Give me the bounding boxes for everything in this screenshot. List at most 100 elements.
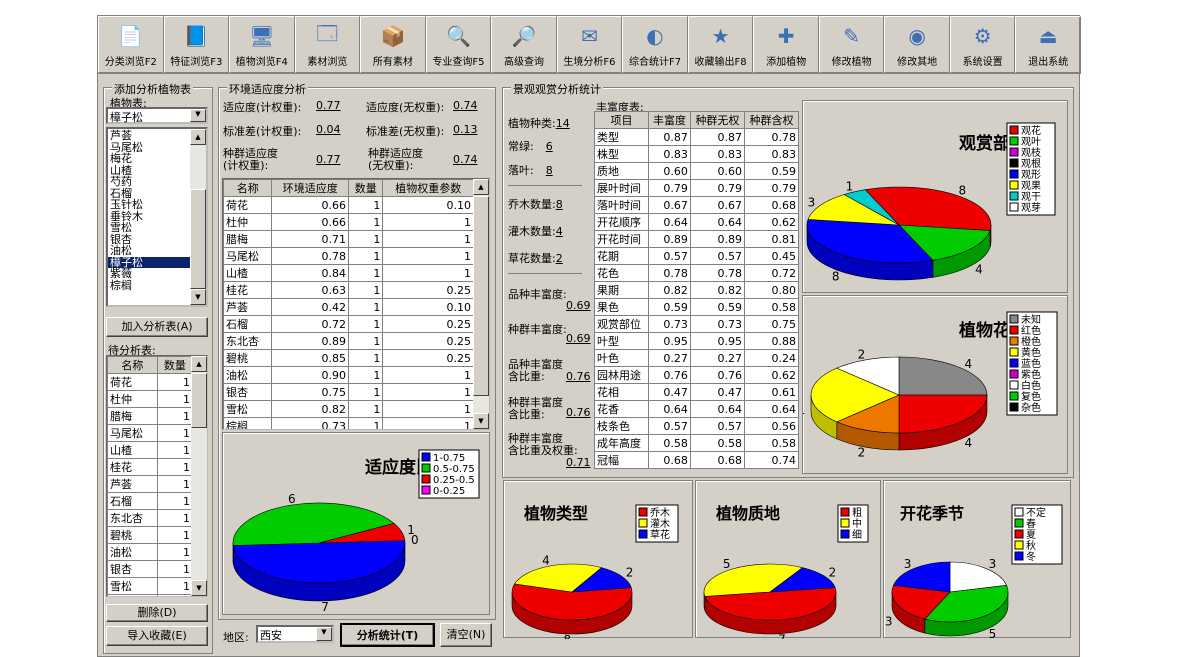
plant-list[interactable]: 芦荟 马尾松 梅花 山楂 芍药 石榴 玉针松 垂铃木 雪松 银杏 油松 樟子松 紫薇 棕榈 ▲ ▼ (106, 127, 208, 307)
table-row[interactable]: 花香 0.64 0.64 0.64 (593, 400, 800, 418)
table-cell: 冠幅 (593, 451, 650, 469)
table-row[interactable]: 腊梅 0.71 1 1 (223, 230, 474, 248)
table-row[interactable]: 冠幅 0.68 0.68 0.74 (593, 451, 800, 469)
table-row[interactable]: 花相 0.47 0.47 0.61 (593, 383, 800, 401)
table-row[interactable]: 花色 0.78 0.78 0.72 (593, 264, 800, 282)
scroll-thumb[interactable] (473, 196, 489, 396)
toolbar-button-10[interactable]: ✚ 添加植物 (753, 16, 819, 73)
chevron-down-icon[interactable]: ▼ (190, 109, 206, 122)
rich-table[interactable]: 项目 丰富度 种群无权 种群含权 类型 0.87 0.87 0.78 株型 0.83 0.83 0.8… (593, 111, 800, 469)
table-row[interactable]: 落叶时间 0.67 0.67 0.68 (593, 196, 800, 214)
toolbar-button-4[interactable]: 📦 所有素材 (360, 16, 426, 73)
table-row[interactable]: 银杏 1 (107, 560, 194, 578)
table-row[interactable]: 石榴 1 (107, 492, 194, 510)
table-row[interactable]: 山楂 1 (107, 441, 194, 459)
table-row[interactable]: 东北杏 0.89 1 0.25 (223, 332, 474, 350)
table-row[interactable]: 棕榈 0.73 1 1 (223, 417, 474, 429)
table-row[interactable]: 油松 1 (107, 543, 194, 561)
pending-scrollbar[interactable]: ▲ ▼ (191, 356, 207, 596)
column-header[interactable]: 植物权重参数 (382, 179, 474, 197)
scroll-thumb[interactable] (191, 373, 207, 428)
table-row[interactable]: 雪松 1 (107, 577, 194, 595)
scroll-down-icon[interactable]: ▼ (191, 580, 207, 596)
table-row[interactable]: 成年高度 0.58 0.58 0.58 (593, 434, 800, 452)
toolbar-button-9[interactable]: ★ 收藏输出F8 (687, 16, 754, 73)
column-header[interactable]: 名称 (223, 179, 273, 197)
toolbar-button-8[interactable]: ◐ 综合统计F7 (622, 16, 688, 73)
toolbar-button-3[interactable]: 🗔 素材浏览 (294, 16, 361, 73)
table-row[interactable]: 类型 0.87 0.87 0.78 (593, 128, 800, 146)
scroll-up-icon[interactable]: ▲ (190, 129, 206, 145)
column-header[interactable]: 项目 (593, 111, 650, 129)
table-row[interactable]: 马尾松 1 (107, 424, 194, 442)
column-header[interactable]: 数量 (156, 356, 194, 374)
plant-list-scrollbar[interactable]: ▲ ▼ (190, 129, 206, 305)
table-row[interactable]: 开花时间 0.89 0.89 0.81 (593, 230, 800, 248)
table-row[interactable]: 果期 0.82 0.82 0.80 (593, 281, 800, 299)
toolbar-button-5[interactable]: 🔍 专业查询F5 (425, 16, 492, 73)
add-to-analysis-button[interactable]: 加入分析表(A) (106, 317, 208, 337)
import-favorites-button[interactable]: 导入收藏(E) (106, 626, 208, 646)
toolbar-button-1[interactable]: 📘 特征浏览F3 (163, 16, 230, 73)
table-row[interactable]: 杜仲 0.66 1 1 (223, 213, 474, 231)
pending-table[interactable]: 名称 数量 荷花 1 杜仲 1 腊梅 1 马尾松 1 山楂 1 桂花 1 芦荟 1 石榴 1 东北杏 1 碧桃 1 油松 1 银… (106, 355, 208, 597)
plant-table-select[interactable]: 樟子松 ▼ (106, 107, 208, 124)
table-row[interactable]: 腊梅 1 (107, 407, 194, 425)
region-select[interactable]: 西安 ▼ (256, 625, 334, 643)
column-header[interactable]: 种群含权 (743, 111, 800, 129)
toolbar-button-13[interactable]: ⚙ 系统设置 (949, 16, 1016, 73)
env-table[interactable]: 名称 环境适应度 数量 植物权重参数 荷花 0.66 1 0.10 杜仲 0.66 1 1 腊梅 0.71… (222, 178, 490, 430)
table-row[interactable]: 果色 0.59 0.59 0.58 (593, 298, 800, 316)
toolbar-button-0[interactable]: 📄 分类浏览F2 (98, 16, 164, 73)
table-row[interactable]: 桂花 0.63 1 0.25 (223, 281, 474, 299)
column-header[interactable]: 种群无权 (689, 111, 745, 129)
table-row[interactable]: 枝条色 0.57 0.57 0.56 (593, 417, 800, 435)
toolbar-button-11[interactable]: ✎ 修改植物 (818, 16, 885, 73)
table-row[interactable]: 观赏部位 0.73 0.73 0.75 (593, 315, 800, 333)
toolbar-button-12[interactable]: ◉ 修改其地 (884, 16, 950, 73)
toolbar-button-2[interactable]: 🖥 植物浏览F4 (229, 16, 295, 73)
table-row[interactable]: 银杏 0.75 1 1 (223, 383, 474, 401)
table-cell: 成年高度 (593, 434, 650, 452)
delete-button[interactable]: 删除(D) (106, 604, 208, 622)
column-header[interactable]: 数量 (347, 179, 384, 197)
table-row[interactable]: 马尾松 0.78 1 1 (223, 247, 474, 265)
column-header[interactable]: 名称 (107, 356, 158, 374)
table-row[interactable]: 花期 0.57 0.57 0.45 (593, 247, 800, 265)
table-row[interactable]: 石榴 0.72 1 0.25 (223, 315, 474, 333)
table-row[interactable]: 芦荟 0.42 1 0.10 (223, 298, 474, 316)
table-row[interactable]: 荷花 0.66 1 0.10 (223, 196, 474, 214)
table-row[interactable]: 山楂 0.84 1 1 (223, 264, 474, 282)
table-row[interactable]: 展叶时间 0.79 0.79 0.79 (593, 179, 800, 197)
table-row[interactable]: 东北杏 1 (107, 509, 194, 527)
column-header[interactable]: 环境适应度 (271, 179, 349, 197)
column-header[interactable]: 丰富度 (648, 111, 691, 129)
chevron-down-icon[interactable]: ▼ (316, 627, 332, 641)
table-row[interactable]: 荷花 1 (107, 373, 194, 391)
clear-button[interactable]: 清空(N) (440, 623, 492, 647)
toolbar-button-6[interactable]: 🔎 高级查询 (491, 16, 557, 73)
table-row[interactable]: 叶型 0.95 0.95 0.88 (593, 332, 800, 350)
scroll-down-icon[interactable]: ▼ (190, 289, 206, 305)
table-row[interactable]: 开花顺序 0.64 0.64 0.62 (593, 213, 800, 231)
table-row[interactable]: 质地 0.60 0.60 0.59 (593, 162, 800, 180)
table-row[interactable]: 棕榈1 (107, 594, 194, 596)
scroll-thumb[interactable] (190, 189, 206, 289)
env-scrollbar[interactable]: ▲ ▼ (473, 179, 489, 429)
table-row[interactable]: 园林用途 0.76 0.76 0.62 (593, 366, 800, 384)
table-row[interactable]: 叶色 0.27 0.27 0.24 (593, 349, 800, 367)
table-row[interactable]: 株型 0.83 0.83 0.83 (593, 145, 800, 163)
toolbar-button-14[interactable]: ⏏ 退出系统 (1015, 16, 1081, 73)
table-row[interactable]: 雪松 0.82 1 1 (223, 400, 474, 418)
toolbar-button-7[interactable]: ✉ 生境分析F6 (556, 16, 623, 73)
table-row[interactable]: 芦荟 1 (107, 475, 194, 493)
scroll-down-icon[interactable]: ▼ (473, 413, 489, 429)
table-row[interactable]: 碧桃 0.85 1 0.25 (223, 349, 474, 367)
scroll-up-icon[interactable]: ▲ (191, 356, 207, 372)
table-row[interactable]: 桂花 1 (107, 458, 194, 476)
table-row[interactable]: 杜仲 1 (107, 390, 194, 408)
analyze-button[interactable]: 分析统计(T) (340, 623, 435, 647)
table-row[interactable]: 油松 0.90 1 1 (223, 366, 474, 384)
table-row[interactable]: 碧桃 1 (107, 526, 194, 544)
scroll-up-icon[interactable]: ▲ (473, 179, 489, 195)
